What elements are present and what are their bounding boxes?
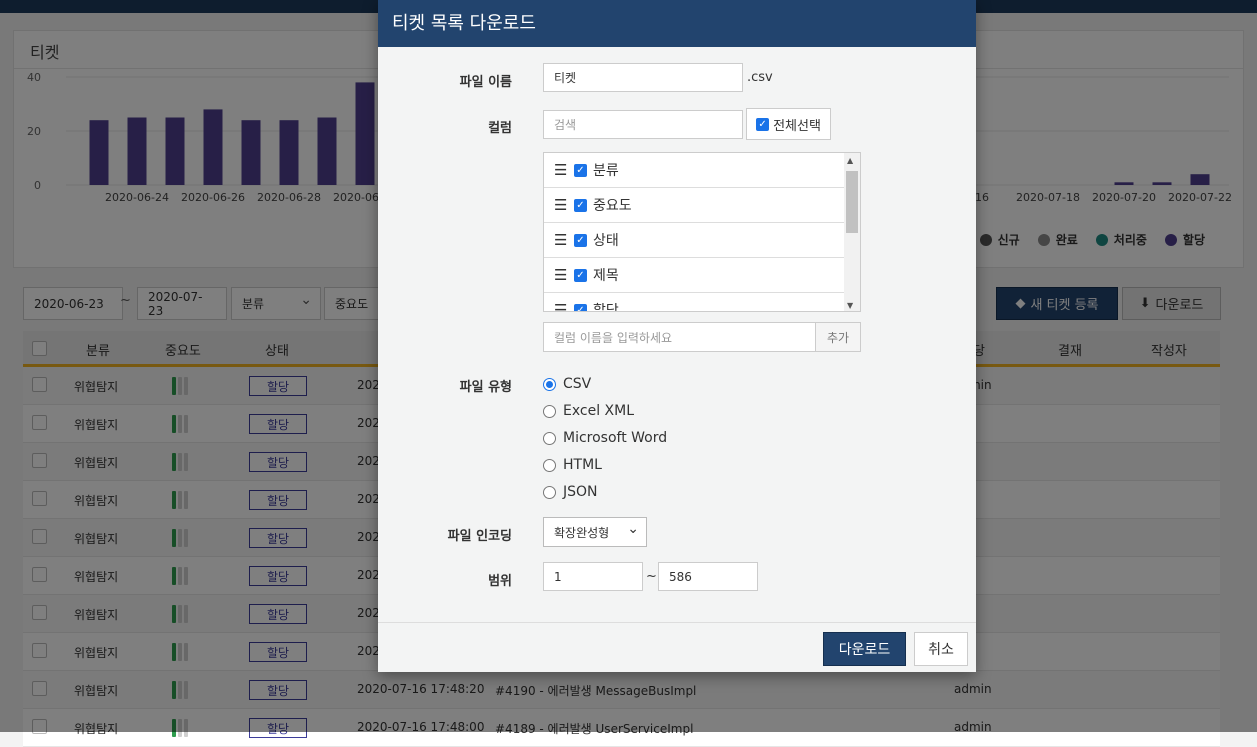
column-item[interactable]: ☰ ✓ 중요도 — [544, 188, 844, 223]
select-all-button[interactable]: ✓ 전체선택 — [746, 108, 831, 140]
file-type-option[interactable]: Excel XML — [543, 403, 634, 419]
file-name-input[interactable]: 티켓 — [543, 63, 743, 92]
radio-icon[interactable] — [543, 377, 556, 391]
column-checkbox[interactable]: ✓ — [574, 268, 587, 282]
column-search-input[interactable]: 검색 — [543, 110, 743, 139]
radio-icon[interactable] — [543, 404, 556, 418]
download-dialog: 티켓 목록 다운로드 파일 이름 티켓 .csv 컬럼 검색 ✓ 전체선택 ☰ ✓… — [378, 0, 976, 672]
column-item-label: 제목 — [593, 268, 619, 284]
scroll-up-icon[interactable]: ▲ — [847, 156, 853, 165]
scroll-down-icon[interactable]: ▼ — [847, 301, 853, 310]
cancel-button[interactable]: 취소 — [914, 632, 968, 666]
dialog-footer: 다운로드 취소 — [378, 622, 976, 672]
column-item-label: 상태 — [593, 233, 619, 249]
file-type-label: HTML — [563, 457, 602, 473]
file-type-label: JSON — [563, 484, 598, 500]
column-checkbox[interactable]: ✓ — [574, 198, 587, 212]
checkbox-checked-icon: ✓ — [756, 117, 770, 131]
range-tilde: ~ — [646, 569, 657, 584]
file-type-label: Microsoft Word — [563, 430, 668, 446]
column-item[interactable]: ☰ ✓ 분류 — [544, 153, 844, 188]
column-list-scrollbar[interactable]: ▲ ▼ — [844, 153, 860, 311]
scroll-thumb[interactable] — [846, 171, 858, 233]
column-label: 컬럼 — [488, 121, 512, 136]
radio-icon[interactable] — [543, 458, 556, 472]
column-item[interactable]: ☰ ✓ 할당 — [544, 293, 844, 312]
file-type-option[interactable]: JSON — [543, 484, 598, 500]
file-type-label: CSV — [563, 376, 592, 392]
column-checkbox[interactable]: ✓ — [574, 163, 587, 177]
drag-handle-icon[interactable]: ☰ — [554, 161, 568, 179]
range-to-input[interactable]: 586 — [658, 562, 758, 591]
encoding-label: 파일 인코딩 — [447, 529, 512, 544]
drag-handle-icon[interactable]: ☰ — [554, 196, 568, 214]
column-item-label: 할당 — [593, 303, 619, 312]
dialog-title: 티켓 목록 다운로드 — [378, 0, 976, 47]
drag-handle-icon[interactable]: ☰ — [554, 231, 568, 249]
radio-icon[interactable] — [543, 485, 556, 499]
select-all-label: 전체선택 — [773, 118, 821, 134]
file-name-label: 파일 이름 — [459, 75, 512, 90]
radio-icon[interactable] — [543, 431, 556, 445]
confirm-download-button[interactable]: 다운로드 — [823, 632, 906, 666]
column-checkbox[interactable]: ✓ — [574, 303, 587, 311]
column-checkbox[interactable]: ✓ — [574, 233, 587, 247]
range-label: 범위 — [488, 574, 512, 589]
column-item[interactable]: ☰ ✓ 제목 — [544, 258, 844, 293]
encoding-select[interactable]: 확장완성형 — [543, 517, 647, 547]
drag-handle-icon[interactable]: ☰ — [554, 266, 568, 284]
file-type-option[interactable]: Microsoft Word — [543, 430, 667, 446]
column-item[interactable]: ☰ ✓ 상태 — [544, 223, 844, 258]
column-item-label: 중요도 — [593, 198, 632, 214]
column-name-input[interactable]: 컬럼 이름을 입력하세요 — [543, 322, 816, 352]
column-list: ☰ ✓ 분류 ☰ ✓ 중요도 ☰ ✓ 상태 ☰ ✓ 제목 ☰ ✓ 할당 ▲ ▼ — [543, 152, 861, 312]
file-type-option[interactable]: CSV — [543, 376, 591, 392]
range-from-input[interactable]: 1 — [543, 562, 643, 591]
file-ext-label: .csv — [747, 70, 773, 85]
add-column-button[interactable]: 추가 — [815, 322, 861, 352]
file-type-label: Excel XML — [563, 403, 635, 419]
drag-handle-icon[interactable]: ☰ — [554, 301, 568, 311]
column-item-label: 분류 — [593, 163, 619, 179]
file-type-label: 파일 유형 — [459, 380, 512, 395]
file-type-option[interactable]: HTML — [543, 457, 602, 473]
